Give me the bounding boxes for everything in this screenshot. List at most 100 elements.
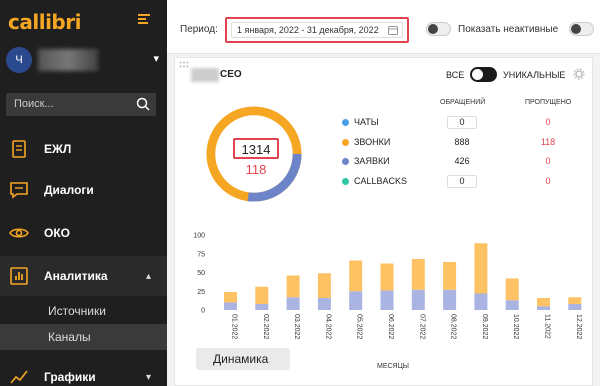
total-highlight: 1314: [233, 138, 279, 159]
x-tick-label: 05.2022: [356, 314, 363, 339]
chart-icon: [10, 370, 28, 384]
search-icon[interactable]: [136, 97, 150, 111]
bar-segment: [349, 291, 363, 310]
chats-dot: [342, 119, 349, 126]
row-value: 0: [447, 116, 477, 129]
header: Период: 1 января, 2022 - 31 декабря, 202…: [167, 0, 600, 54]
card-title-redacted: [191, 68, 219, 82]
sidebar: callibri Ч ▾ Поиск... ЕЖЛ Диалоги ОКО Ан…: [0, 0, 167, 386]
chat-icon: [10, 182, 28, 199]
y-tick-label: 25: [197, 289, 205, 296]
x-tick-label: 02.2022: [262, 314, 269, 339]
inactive-toggle-left[interactable]: [426, 22, 451, 36]
row-value: 888: [454, 137, 470, 147]
row-label: ЗАЯВКИ: [354, 156, 390, 166]
total-value: 1314: [241, 142, 271, 157]
row-missed: 0: [545, 176, 551, 186]
requests-dot: [342, 158, 349, 165]
bar-segment: [286, 275, 300, 298]
bar-segment: [286, 297, 300, 310]
search-field[interactable]: Поиск...: [6, 93, 156, 116]
toggle-all-label: ВСЕ: [446, 70, 465, 80]
bar-segment: [537, 298, 550, 307]
bar-segment: [568, 304, 582, 310]
period-picker-highlight[interactable]: 1 января, 2022 - 31 декабря, 2022: [225, 17, 409, 43]
sidebar-item-analytics[interactable]: Аналитика ▴: [0, 256, 167, 296]
callbacks-dot: [342, 178, 349, 185]
bar-segment: [224, 292, 237, 303]
x-tick-label: 06.2022: [387, 314, 394, 339]
row-label: ЧАТЫ: [354, 117, 379, 127]
chevron-down-icon[interactable]: ▾: [153, 52, 159, 65]
channel-card: CEO ВСЕ УНИКАЛЬНЫЕ 1314 118 ОБРАЩЕНИЙ ПР…: [174, 57, 593, 386]
bar-segment: [317, 273, 331, 298]
missed-total-value: 118: [245, 162, 267, 177]
y-tick-label: 75: [197, 251, 205, 258]
period-label: Период:: [180, 24, 218, 35]
period-value: 1 января, 2022 - 31 декабря, 2022: [237, 25, 379, 35]
bar-segment: [505, 278, 519, 301]
x-tick-label: 07.2022: [418, 314, 425, 339]
period-input[interactable]: 1 января, 2022 - 31 декабря, 2022: [231, 22, 403, 38]
bar-segment: [380, 263, 394, 291]
bar-segment: [474, 293, 488, 310]
sidebar-item-oko[interactable]: ОКО: [0, 213, 167, 253]
chevron-down-icon[interactable]: ▾: [146, 372, 151, 383]
row-missed: 118: [540, 137, 556, 147]
toggle-unique-label: УНИКАЛЬНЫЕ: [503, 70, 566, 80]
show-inactive-toggle[interactable]: [569, 22, 594, 36]
row-missed: 0: [545, 156, 551, 166]
sidebar-item-label: ЕЖЛ: [44, 142, 72, 156]
bar-segment: [537, 306, 550, 310]
x-tick-label: 03.2022: [293, 314, 300, 339]
chevron-up-icon[interactable]: ▴: [146, 271, 151, 282]
bar-segment: [443, 289, 457, 310]
sidebar-item-dialogs[interactable]: Диалоги: [0, 170, 167, 210]
bar-segment: [255, 304, 269, 310]
bar-segment: [505, 300, 519, 310]
search-input[interactable]: Поиск...: [14, 98, 54, 110]
y-tick-label: 50: [197, 270, 205, 277]
show-inactive-label: Показать неактивные: [458, 24, 559, 35]
x-tick-label: 11.2022: [544, 314, 551, 339]
logo[interactable]: callibri: [8, 10, 81, 34]
sidebar-item-charts[interactable]: Графики ▾: [0, 357, 167, 386]
user-menu[interactable]: Ч ▾: [6, 47, 161, 77]
y-tick-label: 0: [201, 308, 205, 315]
unique-switch[interactable]: [470, 67, 497, 82]
x-tick-label: 01.2022: [231, 314, 238, 339]
x-tick-label: 04.2022: [324, 314, 331, 339]
sidebar-item-label: ОКО: [44, 226, 70, 240]
avatar[interactable]: Ч: [6, 47, 32, 73]
tab-dynamics-label: Динамика: [213, 352, 269, 366]
bar-segment: [474, 243, 488, 294]
x-tick-label: 10.2022: [512, 314, 519, 339]
col-missed-header: ПРОПУЩЕНО: [525, 99, 572, 106]
row-label: ЗВОНКИ: [354, 137, 391, 147]
bar-segment: [411, 289, 425, 310]
sidebar-item-label: Диалоги: [44, 183, 94, 197]
row-value: 0: [447, 175, 477, 188]
menu-icon[interactable]: [138, 14, 150, 24]
row-missed: 0: [545, 117, 551, 127]
bar-segment: [443, 262, 457, 290]
bar-segment: [411, 259, 425, 290]
bar-segment: [317, 298, 331, 310]
y-tick-label: 100: [193, 233, 205, 240]
bar-segment: [255, 286, 269, 304]
x-axis-label: МЕСЯЦЫ: [377, 363, 409, 370]
eye-icon: [9, 228, 29, 238]
analytics-icon: [10, 267, 28, 285]
sidebar-subitem-channels[interactable]: Каналы: [0, 324, 167, 350]
gear-icon[interactable]: [573, 68, 585, 80]
monthly-bar-chart: 0 25 50 75 100 01.2022 02.2022 03.2022 04.2022 05…: [193, 233, 582, 340]
calendar-icon[interactable]: [388, 25, 398, 35]
bar-segment: [568, 297, 582, 304]
drag-handle-icon[interactable]: [179, 61, 189, 69]
tab-dynamics[interactable]: Динамика: [196, 348, 290, 370]
sidebar-subitem-sources[interactable]: Источники: [0, 298, 167, 324]
sidebar-item-ezhl[interactable]: ЕЖЛ: [0, 129, 167, 169]
x-tick-label: 12.2022: [575, 314, 582, 339]
row-value: 426: [454, 156, 470, 166]
x-tick-label: 09.2022: [481, 314, 488, 339]
